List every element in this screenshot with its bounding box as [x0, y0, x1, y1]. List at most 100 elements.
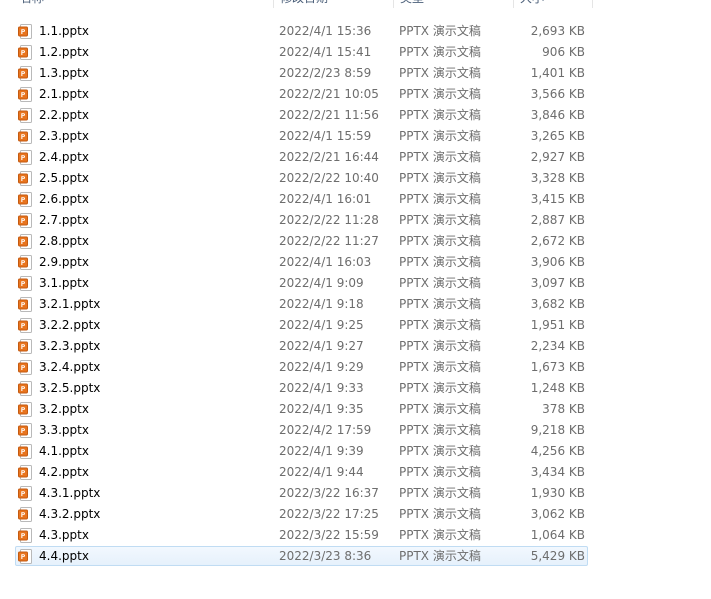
file-name-cell: 2.5.pptx	[39, 171, 89, 185]
file-date-cell: 2022/4/1 9:29	[279, 360, 364, 374]
file-row[interactable]: 1.2.pptx 2022/4/1 15:41 PPTX 演示文稿 906 KB	[0, 42, 711, 63]
pptx-icon	[18, 24, 32, 39]
file-row[interactable]: 3.2.4.pptx 2022/4/1 9:29 PPTX 演示文稿 1,673 KB	[0, 357, 711, 378]
file-date-cell: 2022/4/1 9:25	[279, 318, 364, 332]
file-date-cell: 2022/2/22 11:28	[279, 213, 379, 227]
file-name-cell: 3.2.3.pptx	[39, 339, 101, 353]
file-name-cell: 1.2.pptx	[39, 45, 89, 59]
file-size-cell: 3,097 KB	[530, 276, 585, 290]
pptx-icon	[18, 66, 32, 81]
file-size-cell: 3,682 KB	[530, 297, 585, 311]
file-type-cell: PPTX 演示文稿	[399, 234, 481, 248]
file-row[interactable]: 3.2.2.pptx 2022/4/1 9:25 PPTX 演示文稿 1,951 KB	[0, 315, 711, 336]
file-size-cell: 3,328 KB	[530, 171, 585, 185]
file-row[interactable]: 1.1.pptx 2022/4/1 15:36 PPTX 演示文稿 2,693 KB	[0, 21, 711, 42]
file-date-cell: 2022/3/22 15:59	[279, 528, 379, 542]
pptx-icon	[18, 276, 32, 291]
pptx-icon	[18, 465, 32, 480]
file-date-cell: 2022/4/1 9:09	[279, 276, 364, 290]
file-name-cell: 3.2.5.pptx	[39, 381, 101, 395]
file-type-cell: PPTX 演示文稿	[399, 507, 481, 521]
file-type-cell: PPTX 演示文稿	[399, 45, 481, 59]
file-size-cell: 2,887 KB	[530, 213, 585, 227]
file-row[interactable]: 4.2.pptx 2022/4/1 9:44 PPTX 演示文稿 3,434 KB	[0, 462, 711, 483]
file-type-cell: PPTX 演示文稿	[399, 297, 481, 311]
file-type-cell: PPTX 演示文稿	[399, 213, 481, 227]
file-row[interactable]: 4.3.pptx 2022/3/22 15:59 PPTX 演示文稿 1,064 KB	[0, 525, 711, 546]
file-row[interactable]: 4.3.2.pptx 2022/3/22 17:25 PPTX 演示文稿 3,062 …	[0, 504, 711, 525]
file-name-cell: 4.1.pptx	[39, 444, 89, 458]
file-row[interactable]: 4.3.1.pptx 2022/3/22 16:37 PPTX 演示文稿 1,930 …	[0, 483, 711, 504]
file-rows: 1.1.pptx 2022/4/1 15:36 PPTX 演示文稿 2,693 KB 1…	[0, 21, 711, 567]
file-row[interactable]: 3.2.1.pptx 2022/4/1 9:18 PPTX 演示文稿 3,682 KB	[0, 294, 711, 315]
file-type-cell: PPTX 演示文稿	[399, 423, 481, 437]
file-size-cell: 1,401 KB	[530, 66, 585, 80]
file-date-cell: 2022/4/1 9:44	[279, 465, 364, 479]
file-row[interactable]: 2.6.pptx 2022/4/1 16:01 PPTX 演示文稿 3,415 KB	[0, 189, 711, 210]
file-row[interactable]: 3.2.pptx 2022/4/1 9:35 PPTX 演示文稿 378 KB	[0, 399, 711, 420]
file-row[interactable]: 3.2.3.pptx 2022/4/1 9:27 PPTX 演示文稿 2,234 KB	[0, 336, 711, 357]
pptx-icon	[18, 486, 32, 501]
file-row[interactable]: 2.4.pptx 2022/2/21 16:44 PPTX 演示文稿 2,927 KB	[0, 147, 711, 168]
file-name-cell: 2.6.pptx	[39, 192, 89, 206]
file-row[interactable]: 4.1.pptx 2022/4/1 9:39 PPTX 演示文稿 4,256 KB	[0, 441, 711, 462]
file-date-cell: 2022/4/1 9:39	[279, 444, 364, 458]
pptx-icon	[18, 108, 32, 123]
file-row[interactable]: 2.5.pptx 2022/2/22 10:40 PPTX 演示文稿 3,328 KB	[0, 168, 711, 189]
file-size-cell: 2,234 KB	[530, 339, 585, 353]
file-date-cell: 2022/2/21 10:05	[279, 87, 379, 101]
file-name-cell: 3.2.4.pptx	[39, 360, 101, 374]
file-date-cell: 2022/4/1 16:03	[279, 255, 372, 269]
pptx-icon	[18, 45, 32, 60]
file-date-cell: 2022/4/1 15:59	[279, 129, 372, 143]
file-size-cell: 2,693 KB	[530, 24, 585, 38]
file-type-cell: PPTX 演示文稿	[399, 528, 481, 542]
column-header-size[interactable]: 大小	[513, 0, 593, 8]
file-name-cell: 3.2.pptx	[39, 402, 89, 416]
file-row[interactable]: 2.7.pptx 2022/2/22 11:28 PPTX 演示文稿 2,887 KB	[0, 210, 711, 231]
file-type-cell: PPTX 演示文稿	[399, 255, 481, 269]
file-list-view: 名称 修改日期 类型 大小 1.1.pptx 2022/4/1 15:36 PPTX…	[0, 0, 711, 599]
file-name-cell: 3.3.pptx	[39, 423, 89, 437]
file-type-cell: PPTX 演示文稿	[399, 66, 481, 80]
pptx-icon	[18, 423, 32, 438]
pptx-icon	[18, 402, 32, 417]
pptx-icon	[18, 297, 32, 312]
file-type-cell: PPTX 演示文稿	[399, 276, 481, 290]
file-row[interactable]: 4.4.pptx 2022/3/23 8:36 PPTX 演示文稿 5,429 KB	[0, 546, 711, 567]
file-row[interactable]: 1.3.pptx 2022/2/23 8:59 PPTX 演示文稿 1,401 KB	[0, 63, 711, 84]
file-name-cell: 2.8.pptx	[39, 234, 89, 248]
file-row[interactable]: 2.3.pptx 2022/4/1 15:59 PPTX 演示文稿 3,265 KB	[0, 126, 711, 147]
file-type-cell: PPTX 演示文稿	[399, 129, 481, 143]
file-row[interactable]: 2.1.pptx 2022/2/21 10:05 PPTX 演示文稿 3,566 KB	[0, 84, 711, 105]
pptx-icon	[18, 150, 32, 165]
column-header-type[interactable]: 类型	[393, 0, 513, 8]
file-row[interactable]: 3.2.5.pptx 2022/4/1 9:33 PPTX 演示文稿 1,248 KB	[0, 378, 711, 399]
file-date-cell: 2022/4/1 16:01	[279, 192, 372, 206]
file-row[interactable]: 2.2.pptx 2022/2/21 11:56 PPTX 演示文稿 3,846 KB	[0, 105, 711, 126]
file-row[interactable]: 3.3.pptx 2022/4/2 17:59 PPTX 演示文稿 9,218 KB	[0, 420, 711, 441]
file-size-cell: 2,927 KB	[530, 150, 585, 164]
pptx-icon	[18, 444, 32, 459]
file-size-cell: 9,218 KB	[530, 423, 585, 437]
column-header-date-modified[interactable]: 修改日期	[273, 0, 393, 8]
file-date-cell: 2022/4/1 15:36	[279, 24, 372, 38]
file-row[interactable]: 2.9.pptx 2022/4/1 16:03 PPTX 演示文稿 3,906 KB	[0, 252, 711, 273]
file-name-cell: 1.1.pptx	[39, 24, 89, 38]
file-row[interactable]: 2.8.pptx 2022/2/22 11:27 PPTX 演示文稿 2,672 KB	[0, 231, 711, 252]
file-size-cell: 2,672 KB	[530, 234, 585, 248]
pptx-icon	[18, 318, 32, 333]
column-header-name[interactable]: 名称	[14, 0, 273, 8]
file-size-cell: 3,434 KB	[530, 465, 585, 479]
file-type-cell: PPTX 演示文稿	[399, 87, 481, 101]
pptx-icon	[18, 381, 32, 396]
pptx-icon	[18, 549, 32, 564]
file-size-cell: 3,906 KB	[530, 255, 585, 269]
file-name-cell: 4.4.pptx	[39, 549, 89, 563]
file-date-cell: 2022/2/22 11:27	[279, 234, 379, 248]
file-date-cell: 2022/2/21 16:44	[279, 150, 379, 164]
file-name-cell: 3.2.1.pptx	[39, 297, 101, 311]
file-name-cell: 2.9.pptx	[39, 255, 89, 269]
file-row[interactable]: 3.1.pptx 2022/4/1 9:09 PPTX 演示文稿 3,097 KB	[0, 273, 711, 294]
pptx-icon	[18, 255, 32, 270]
